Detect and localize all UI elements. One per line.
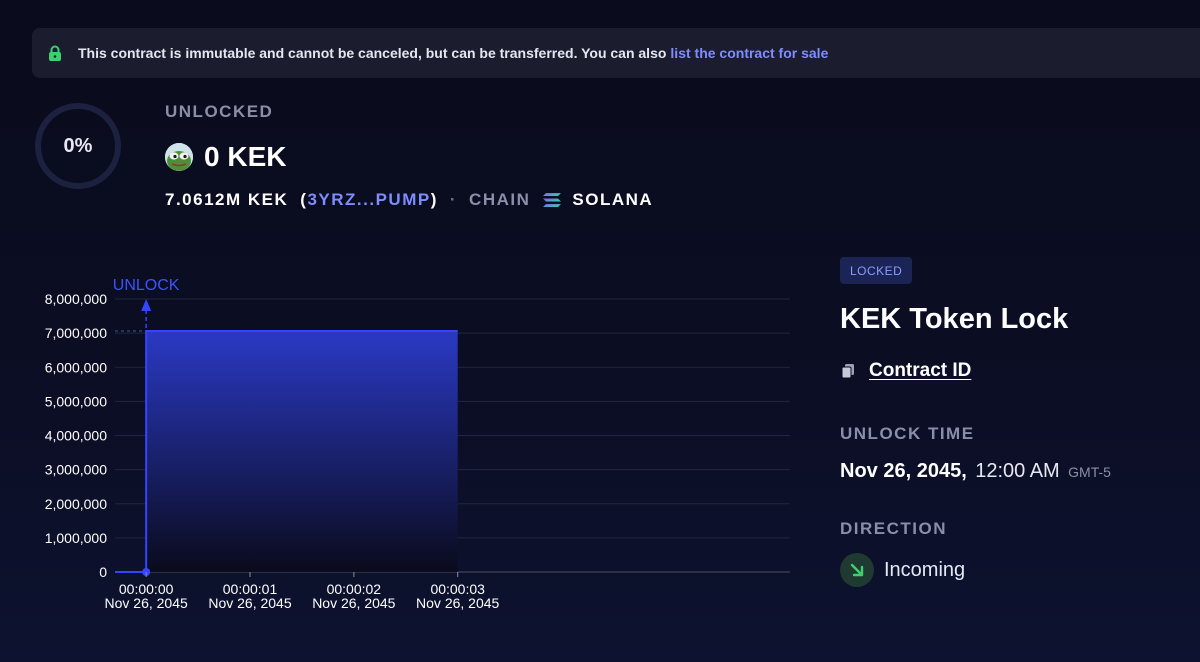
unlock-percent: 0% [63,134,93,157]
y-tick-label: 7,000,000 [45,325,107,341]
unlock-marker-arrow [141,299,152,311]
list-for-sale-link[interactable]: list the contract for sale [670,45,828,61]
y-tick-label: 8,000,000 [45,291,107,307]
meta-separator: · [449,190,458,209]
direction-value: Incoming [884,558,966,581]
y-tick-label: 6,000,000 [45,359,107,375]
total-amount: 7.0612M KEK [165,190,289,209]
x-tick-date: Nov 26, 2045 [105,595,188,611]
unlocked-amount-row: 0 KEK [165,141,286,173]
status-badge: LOCKED [840,257,913,284]
pepe-token-avatar [165,143,193,171]
y-tick-label: 5,000,000 [45,393,107,409]
arrow-down-right-icon [840,553,874,587]
copy-icon[interactable] [840,363,856,379]
direction-row: Incoming [840,553,965,587]
lock-title: KEK Token Lock [840,303,1069,335]
direction-label: DIRECTION [840,519,947,538]
x-tick-date: Nov 26, 2045 [312,595,395,611]
y-tick-label: 0 [99,564,107,580]
chart-svg: 0 1,000,000 2,000,000 3,000,000 4,000,000 5,0… [45,277,790,611]
paren-open: ( [300,190,308,209]
unlock-area-fill [115,331,458,572]
immutable-contract-banner: This contract is immutable and cannot be… [32,28,1200,78]
y-tick-label: 2,000,000 [45,496,107,512]
y-tick-label: 4,000,000 [45,428,107,444]
unlocked-label: UNLOCKED [165,102,274,121]
chain-label: CHAIN [469,190,531,209]
unlock-timezone: GMT-5 [1068,464,1111,480]
token-meta-row: 7.0612M KEK ( 3YRZ...PUMP ) · CHAIN SOLA… [165,190,653,210]
chain-name: SOLANA [572,190,654,209]
unlock-time-label: UNLOCK TIME [840,424,975,443]
unlock-time-value: Nov 26, 2045, 12:00 AM GMT-5 [840,460,1111,483]
x-tick-date: Nov 26, 2045 [208,595,291,611]
lock-icon [48,45,64,61]
x-tick-date: Nov 26, 2045 [416,595,499,611]
banner-message: This contract is immutable and cannot be… [78,45,667,61]
solana-icon [542,192,562,208]
unlock-date: Nov 26, 2045, [840,460,967,482]
contract-id-link[interactable]: Contract ID [869,360,971,382]
contract-id-link-row[interactable]: Contract ID [840,360,971,382]
token-address-link[interactable]: 3YRZ...PUMP [307,190,430,210]
y-tick-label: 1,000,000 [45,530,107,546]
unlock-annotation-label: UNLOCK [113,277,180,294]
paren-close: ) [430,190,438,209]
y-tick-label: 3,000,000 [45,462,107,478]
unlock-schedule-chart: 0 1,000,000 2,000,000 3,000,000 4,000,000 5,0… [0,262,800,622]
unlock-clock: 12:00 AM [975,460,1060,482]
unlocked-amount: 0 KEK [204,141,287,172]
